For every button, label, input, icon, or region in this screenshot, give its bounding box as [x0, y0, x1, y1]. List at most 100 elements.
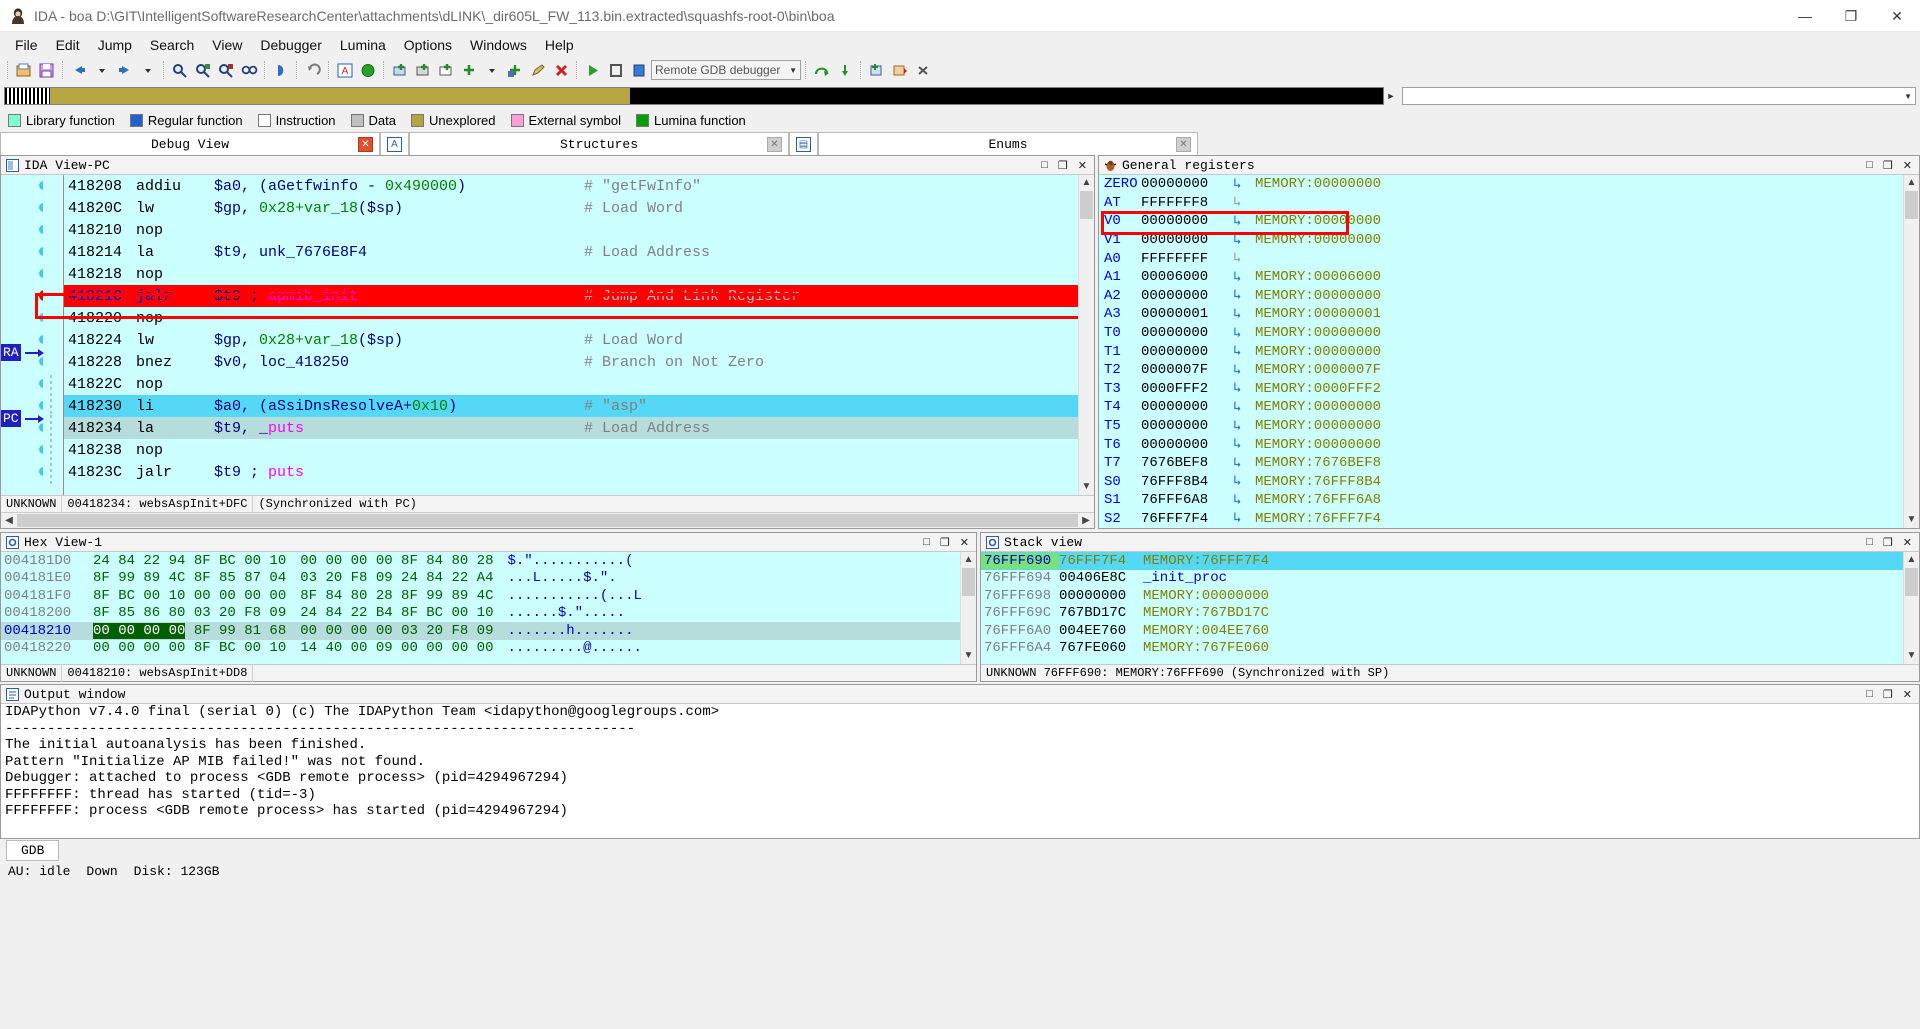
- close-button[interactable]: ✕: [960, 536, 969, 549]
- register-follow-icon[interactable]: ↳: [1233, 492, 1255, 509]
- stack-vscrollbar[interactable]: ▲ ▼: [1903, 552, 1919, 664]
- step-over-icon[interactable]: [811, 59, 833, 81]
- stack-row[interactable]: 76FFF69C 767BD17C MEMORY:767BD17C: [981, 605, 1919, 623]
- hex-view-body[interactable]: 004181D0 24 84 22 94 8F BC 00 10 00 00 00 …: [1, 552, 976, 664]
- save-icon[interactable]: [36, 59, 58, 81]
- stack-value[interactable]: 00000000: [1059, 588, 1143, 604]
- registers-list[interactable]: ZERO 00000000 ↳ MEMORY:00000000 AT FFFFFFF8 ↳ V…: [1099, 175, 1919, 528]
- close-button[interactable]: ✕: [1078, 159, 1087, 172]
- scroll-down-icon[interactable]: ▼: [964, 648, 974, 664]
- register-value[interactable]: 00000000: [1141, 325, 1233, 341]
- register-follow-icon[interactable]: ↳: [1233, 399, 1255, 416]
- register-value[interactable]: 00000000: [1141, 418, 1233, 434]
- register-value[interactable]: 76FFF8B4: [1141, 474, 1233, 490]
- jump-icon[interactable]: [270, 59, 292, 81]
- stack-rows[interactable]: 76FFF690 76FFF7F4 MEMORY:76FFF7F4 76FFF694 0…: [981, 552, 1919, 657]
- register-value[interactable]: 0000007F: [1141, 362, 1233, 378]
- stack-view-body[interactable]: 76FFF690 76FFF7F4 MEMORY:76FFF7F4 76FFF694 0…: [981, 552, 1919, 664]
- register-row[interactable]: A3 00000001 ↳ MEMORY:00000001: [1099, 305, 1919, 324]
- register-follow-icon[interactable]: ↳: [1233, 306, 1255, 323]
- disassembly-vscrollbar[interactable]: ▲ ▼: [1078, 175, 1094, 495]
- bp-cond-icon[interactable]: [504, 59, 526, 81]
- binary-search-icon[interactable]: [238, 59, 260, 81]
- register-value[interactable]: FFFFFFFF: [1141, 251, 1233, 267]
- bp-dropdown-icon[interactable]: [481, 59, 503, 81]
- hex-bytes-right[interactable]: 00 00 00 00 03 20 F8 09: [286, 623, 493, 639]
- disassembly-line[interactable]: 418214 la $t9, unk_7676E8F4 # Load Address: [64, 241, 1094, 263]
- hex-bytes-right[interactable]: 8F 84 80 28 8F 99 89 4C: [286, 588, 493, 604]
- register-value[interactable]: 76FFF6A8: [1141, 492, 1233, 508]
- disassembly-line[interactable]: 41820C lw $gp, 0x28+var_18($sp) # Load Word: [64, 197, 1094, 219]
- ida-view-icon[interactable]: A: [334, 59, 356, 81]
- register-value[interactable]: 0000FFF2: [1141, 381, 1233, 397]
- hex-bytes-left[interactable]: 8F 85 86 80 03 20 F8 09: [93, 605, 286, 621]
- register-row[interactable]: T5 00000000 ↳ MEMORY:00000000: [1099, 417, 1919, 436]
- scroll-thumb[interactable]: [962, 568, 975, 596]
- register-follow-icon[interactable]: ↳: [1233, 362, 1255, 379]
- register-follow-icon[interactable]: ↳: [1233, 380, 1255, 397]
- stop-icon[interactable]: [628, 59, 650, 81]
- register-value[interactable]: 00000000: [1141, 437, 1233, 453]
- stack-value[interactable]: 767BD17C: [1059, 605, 1143, 621]
- hex-bytes-right[interactable]: 14 40 00 09 00 00 00 00: [286, 640, 493, 656]
- scroll-up-icon[interactable]: ▲: [1082, 175, 1092, 191]
- register-row[interactable]: A1 00006000 ↳ MEMORY:00006000: [1099, 268, 1919, 287]
- menu-options[interactable]: Options: [395, 34, 461, 56]
- restore-button[interactable]: □: [1866, 688, 1873, 701]
- register-follow-icon[interactable]: ↳: [1233, 250, 1255, 267]
- stack-row[interactable]: 76FFF6A0 004EE760 MEMORY:004EE760: [981, 622, 1919, 640]
- register-row[interactable]: V0 00000000 ↳ MEMORY:00000000: [1099, 212, 1919, 231]
- restore-button[interactable]: □: [923, 536, 930, 549]
- hex-bytes-left[interactable]: 24 84 22 94 8F BC 00 10: [93, 553, 286, 569]
- register-row[interactable]: AT FFFFFFF8 ↳: [1099, 194, 1919, 213]
- scroll-thumb[interactable]: [1905, 191, 1918, 219]
- register-row[interactable]: S0 76FFF8B4 ↳ MEMORY:76FFF8B4: [1099, 473, 1919, 492]
- register-follow-icon[interactable]: ↳: [1233, 436, 1255, 453]
- register-follow-icon[interactable]: ↳: [1233, 510, 1255, 527]
- tab-enums-icon[interactable]: ▤: [789, 132, 818, 155]
- scroll-thumb[interactable]: [17, 514, 1078, 527]
- scroll-down-icon[interactable]: ▼: [1907, 512, 1917, 528]
- float-button[interactable]: ❐: [1883, 159, 1893, 172]
- float-button[interactable]: ❐: [1883, 688, 1893, 701]
- hex-vscrollbar[interactable]: ▲ ▼: [960, 552, 976, 664]
- stack-row[interactable]: 76FFF6A4 767FE060 MEMORY:767FE060: [981, 640, 1919, 658]
- disassembly-line[interactable]: 418210 nop: [64, 219, 1094, 241]
- tab-gdb[interactable]: GDB: [6, 840, 60, 861]
- hex-bytes-left[interactable]: 00 00 00 00 8F BC 00 10: [93, 640, 286, 656]
- step-into-icon[interactable]: [834, 59, 856, 81]
- stack-row[interactable]: 76FFF694 00406E8C _init_proc: [981, 570, 1919, 588]
- stack-row[interactable]: 76FFF698 00000000 MEMORY:00000000: [981, 587, 1919, 605]
- menu-lumina[interactable]: Lumina: [331, 34, 395, 56]
- register-value[interactable]: 00006000: [1141, 269, 1233, 285]
- register-value[interactable]: 00000000: [1141, 176, 1233, 192]
- bp-plus-icon[interactable]: [458, 59, 480, 81]
- disassembly-body[interactable]: 418208 addiu $a0, (aGetfwinfo - 0x490000) #…: [1, 175, 1094, 495]
- hex-row[interactable]: 00418220 00 00 00 00 8F BC 00 10 14 40 00 …: [1, 640, 976, 658]
- register-row[interactable]: S2 76FFF7F4 ↳ MEMORY:76FFF7F4: [1099, 510, 1919, 528]
- register-row[interactable]: T0 00000000 ↳ MEMORY:00000000: [1099, 324, 1919, 343]
- menu-jump[interactable]: Jump: [89, 34, 141, 56]
- register-follow-icon[interactable]: ↳: [1233, 232, 1255, 249]
- hex-bytes-right[interactable]: 24 84 22 B4 8F BC 00 10: [286, 605, 493, 621]
- tab-close-icon[interactable]: ✕: [1176, 136, 1191, 152]
- disassembly-line[interactable]: 418220 nop: [64, 307, 1094, 329]
- graph-view-icon[interactable]: [357, 59, 379, 81]
- register-row[interactable]: T4 00000000 ↳ MEMORY:00000000: [1099, 398, 1919, 417]
- disassembly-hscrollbar[interactable]: ◀ ▶: [1, 512, 1094, 528]
- back-icon[interactable]: [68, 59, 90, 81]
- breakpoint-edit-icon[interactable]: [435, 59, 457, 81]
- hex-bytes-right[interactable]: 03 20 F8 09 24 84 22 A4: [286, 570, 493, 586]
- disassembly-line[interactable]: 418234 la $t9, _puts # Load Address: [64, 417, 1094, 439]
- disassembly-line[interactable]: 418208 addiu $a0, (aGetfwinfo - 0x490000) #…: [64, 175, 1094, 197]
- register-follow-icon[interactable]: ↳: [1233, 213, 1255, 230]
- disassembly-line[interactable]: 418230 li $a0, (aSsiDnsResolveA+0x10) # "as…: [64, 395, 1094, 417]
- restore-button[interactable]: □: [1866, 159, 1873, 172]
- search-prev-icon[interactable]: [215, 59, 237, 81]
- menu-search[interactable]: Search: [141, 34, 203, 56]
- restore-button[interactable]: □: [1866, 536, 1873, 549]
- register-value[interactable]: 00000000: [1141, 232, 1233, 248]
- bp-delete-icon[interactable]: [550, 59, 572, 81]
- run-to-cursor-icon[interactable]: [889, 59, 911, 81]
- forward-icon[interactable]: [114, 59, 136, 81]
